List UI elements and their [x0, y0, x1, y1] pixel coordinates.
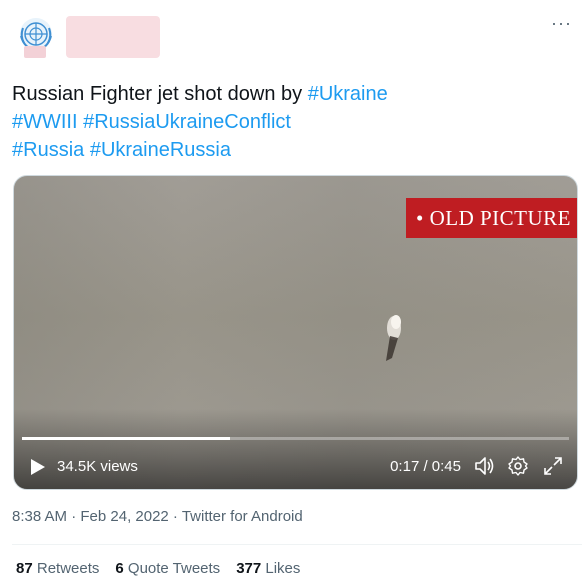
stat-label: Retweets: [32, 560, 100, 577]
tweet-text: Russian Fighter jet shot down by #Ukrain…: [12, 80, 572, 164]
stat-item[interactable]: 377 Likes: [236, 560, 300, 577]
hashtag-link[interactable]: #Ukraine: [308, 83, 388, 105]
stat-item[interactable]: 6 Quote Tweets: [115, 560, 220, 577]
stat-item[interactable]: 87 Retweets: [16, 560, 99, 577]
stat-count: 377: [236, 560, 262, 577]
tweet-stats: 87 Retweets 6 Quote Tweets 377 Likes: [16, 560, 316, 577]
hashtag-link[interactable]: #UkraineRussia: [90, 139, 231, 161]
tweet-text-line: #WWIII #RussiaUkraineConflict: [12, 108, 572, 136]
more-options-button[interactable]: ···: [551, 14, 572, 32]
avatar-redaction: [24, 46, 46, 58]
settings-icon[interactable]: [507, 455, 529, 477]
fullscreen-icon[interactable]: [542, 455, 564, 477]
hashtag-link[interactable]: #WWIII: [12, 111, 78, 133]
hashtag-link[interactable]: #RussiaUkraineConflict: [83, 111, 291, 133]
stat-count: 6: [115, 560, 124, 577]
video-progress-fill: [22, 437, 230, 440]
divider: [12, 544, 582, 545]
tweet-text-line: #Russia #UkraineRussia: [12, 136, 572, 164]
stat-label: Likes: [261, 560, 301, 577]
video-player[interactable]: • OLD PICTURE 34.5K views 0:17 / 0:45: [13, 175, 578, 490]
video-controls: 34.5K views 0:17 / 0:45: [14, 445, 577, 489]
author-name-redacted[interactable]: [66, 16, 160, 58]
tweet-timestamp[interactable]: 8:38 AM · Feb 24, 2022 · Twitter for And…: [12, 508, 303, 525]
tweet-text-segment: Russian Fighter jet shot down by: [12, 83, 308, 105]
hashtag-link[interactable]: #Russia: [12, 139, 84, 161]
view-count: 34.5K views: [57, 458, 138, 475]
play-icon[interactable]: [29, 457, 47, 477]
video-time: 0:17 / 0:45: [390, 458, 461, 475]
volume-icon[interactable]: [473, 455, 495, 477]
jet-silhouette: [386, 315, 401, 361]
old-picture-stamp: • OLD PICTURE: [405, 198, 577, 238]
stat-count: 87: [16, 560, 33, 577]
tweet-text-line: Russian Fighter jet shot down by #Ukrain…: [12, 80, 572, 108]
stat-label: Quote Tweets: [123, 560, 221, 577]
video-progress-bar[interactable]: [22, 437, 569, 440]
